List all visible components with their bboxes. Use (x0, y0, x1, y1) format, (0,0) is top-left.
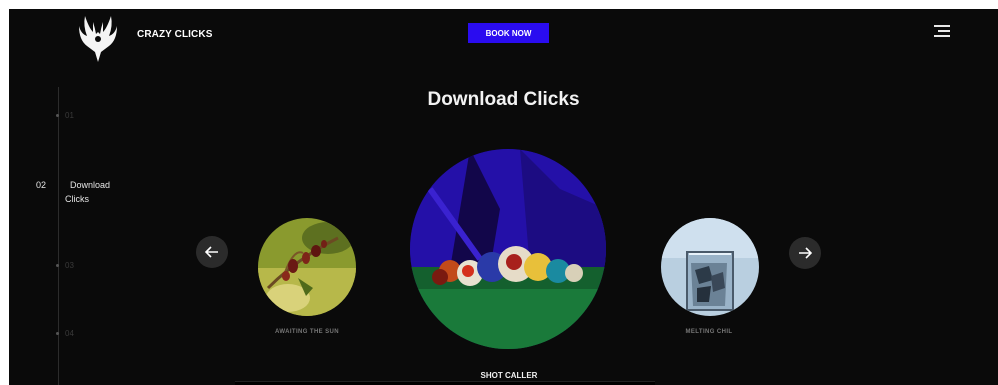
arrow-right-icon (799, 247, 812, 259)
slide-caption-center: SHOT CALLER (480, 371, 538, 380)
side-nav-item-01[interactable]: 01 (65, 111, 74, 120)
slide-image-shot-caller[interactable] (410, 149, 606, 349)
side-nav-item-03[interactable]: 03 (65, 261, 74, 270)
carousel-info-bar (235, 381, 655, 385)
side-nav-dot (56, 114, 59, 117)
slide-caption-left: AWAITING THE SUN (274, 329, 340, 335)
phoenix-logo-icon[interactable] (75, 12, 121, 64)
side-nav-dot (56, 264, 59, 267)
slide-image-melting-chil[interactable] (661, 218, 759, 316)
page-title: Download Clicks (427, 89, 580, 110)
side-nav-label-line1: Download (70, 180, 111, 190)
side-nav-line (58, 87, 59, 385)
carousel-prev-button[interactable] (196, 236, 228, 268)
book-now-button[interactable]: BOOK NOW (468, 23, 549, 43)
side-nav-label-line2: Clicks (65, 194, 89, 204)
arrow-left-icon (205, 246, 218, 258)
hamburger-menu-icon[interactable] (934, 25, 950, 39)
brand-name[interactable]: CRAZY CLICKS (137, 29, 212, 40)
slide-caption-right: MELTING CHIL (685, 329, 733, 335)
side-nav-item-02-label[interactable]: Download Clicks (65, 178, 125, 206)
side-nav-item-04[interactable]: 04 (65, 329, 74, 338)
slide-image-awaiting-the-sun[interactable] (258, 218, 356, 316)
side-nav-item-02-number[interactable]: 02 (36, 180, 46, 190)
side-nav-dot (56, 332, 59, 335)
carousel-next-button[interactable] (789, 237, 821, 269)
page-frame: CRAZY CLICKS BOOK NOW Download Clicks 01… (9, 9, 998, 385)
